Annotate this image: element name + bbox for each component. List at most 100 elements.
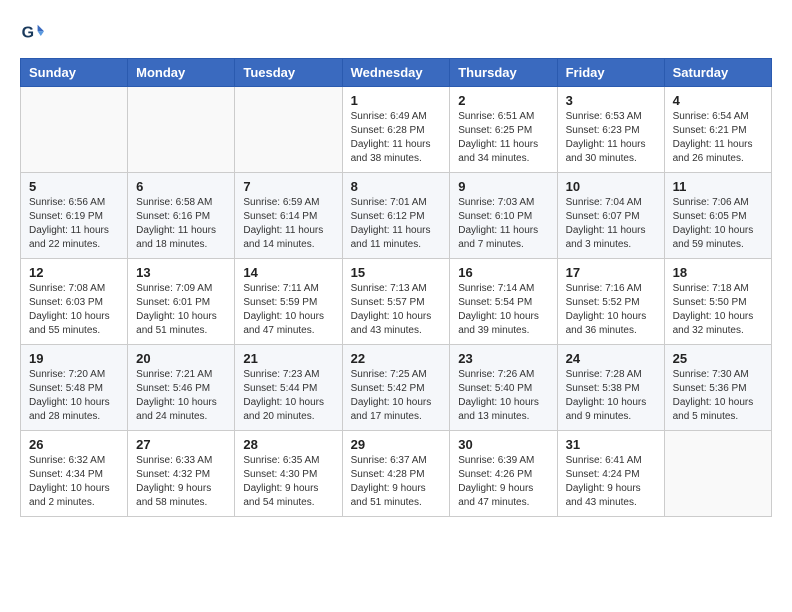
- day-number: 13: [136, 265, 226, 280]
- day-number: 30: [458, 437, 548, 452]
- day-number: 1: [351, 93, 442, 108]
- day-number: 18: [673, 265, 763, 280]
- day-info: Sunrise: 6:54 AM Sunset: 6:21 PM Dayligh…: [673, 110, 763, 166]
- calendar-body: 1 Sunrise: 6:49 AM Sunset: 6:28 PM Daylig…: [21, 87, 772, 517]
- day-number: 6: [136, 179, 226, 194]
- day-info: Sunrise: 6:32 AM Sunset: 4:34 PM Dayligh…: [29, 454, 119, 510]
- weekday-header-row: SundayMondayTuesdayWednesdayThursdayFrid…: [21, 59, 772, 87]
- calendar-cell: 4 Sunrise: 6:54 AM Sunset: 6:21 PM Daylig…: [664, 87, 771, 173]
- day-info: Sunrise: 7:21 AM Sunset: 5:46 PM Dayligh…: [136, 368, 226, 424]
- calendar-cell: 23 Sunrise: 7:26 AM Sunset: 5:40 PM Dayli…: [450, 345, 557, 431]
- calendar-cell: 10 Sunrise: 7:04 AM Sunset: 6:07 PM Dayli…: [557, 173, 664, 259]
- day-info: Sunrise: 6:39 AM Sunset: 4:26 PM Dayligh…: [458, 454, 548, 510]
- weekday-header-saturday: Saturday: [664, 59, 771, 87]
- day-number: 17: [566, 265, 656, 280]
- day-number: 14: [243, 265, 333, 280]
- day-info: Sunrise: 6:37 AM Sunset: 4:28 PM Dayligh…: [351, 454, 442, 510]
- calendar-week-row: 19Sunrise: 7:20 AM Sunset: 5:48 PM Dayli…: [21, 345, 772, 431]
- calendar-cell: 15 Sunrise: 7:13 AM Sunset: 5:57 PM Dayli…: [342, 259, 450, 345]
- day-info: Sunrise: 6:56 AM Sunset: 6:19 PM Dayligh…: [29, 196, 119, 252]
- day-number: 23: [458, 351, 548, 366]
- calendar-cell: 16 Sunrise: 7:14 AM Sunset: 5:54 PM Dayli…: [450, 259, 557, 345]
- day-number: 24: [566, 351, 656, 366]
- day-info: Sunrise: 7:06 AM Sunset: 6:05 PM Dayligh…: [673, 196, 763, 252]
- day-info: Sunrise: 7:11 AM Sunset: 5:59 PM Dayligh…: [243, 282, 333, 338]
- calendar-cell: 8Sunrise: 7:01 AM Sunset: 6:12 PM Daylig…: [342, 173, 450, 259]
- day-info: Sunrise: 6:59 AM Sunset: 6:14 PM Dayligh…: [243, 196, 333, 252]
- day-info: Sunrise: 7:23 AM Sunset: 5:44 PM Dayligh…: [243, 368, 333, 424]
- calendar-cell: 21 Sunrise: 7:23 AM Sunset: 5:44 PM Dayli…: [235, 345, 342, 431]
- day-info: Sunrise: 7:25 AM Sunset: 5:42 PM Dayligh…: [351, 368, 442, 424]
- calendar-cell: 25Sunrise: 7:30 AM Sunset: 5:36 PM Dayli…: [664, 345, 771, 431]
- calendar-cell: 7Sunrise: 6:59 AM Sunset: 6:14 PM Daylig…: [235, 173, 342, 259]
- day-number: 21: [243, 351, 333, 366]
- logo-icon: G: [20, 20, 44, 44]
- day-info: Sunrise: 7:30 AM Sunset: 5:36 PM Dayligh…: [673, 368, 763, 424]
- calendar-week-row: 5 Sunrise: 6:56 AM Sunset: 6:19 PM Daylig…: [21, 173, 772, 259]
- calendar-cell: 3Sunrise: 6:53 AM Sunset: 6:23 PM Daylig…: [557, 87, 664, 173]
- top-area: G: [20, 20, 772, 48]
- day-number: 15: [351, 265, 442, 280]
- weekday-header-thursday: Thursday: [450, 59, 557, 87]
- day-info: Sunrise: 7:20 AM Sunset: 5:48 PM Dayligh…: [29, 368, 119, 424]
- calendar-cell: 27 Sunrise: 6:33 AM Sunset: 4:32 PM Dayli…: [128, 431, 235, 517]
- day-number: 10: [566, 179, 656, 194]
- calendar-cell: 9 Sunrise: 7:03 AM Sunset: 6:10 PM Daylig…: [450, 173, 557, 259]
- calendar: SundayMondayTuesdayWednesdayThursdayFrid…: [20, 58, 772, 517]
- day-number: 20: [136, 351, 226, 366]
- day-number: 27: [136, 437, 226, 452]
- calendar-cell: 30 Sunrise: 6:39 AM Sunset: 4:26 PM Dayli…: [450, 431, 557, 517]
- day-info: Sunrise: 7:14 AM Sunset: 5:54 PM Dayligh…: [458, 282, 548, 338]
- calendar-cell: 6Sunrise: 6:58 AM Sunset: 6:16 PM Daylig…: [128, 173, 235, 259]
- weekday-header-monday: Monday: [128, 59, 235, 87]
- day-info: Sunrise: 6:35 AM Sunset: 4:30 PM Dayligh…: [243, 454, 333, 510]
- day-number: 5: [29, 179, 119, 194]
- day-info: Sunrise: 7:08 AM Sunset: 6:03 PM Dayligh…: [29, 282, 119, 338]
- calendar-cell: 12 Sunrise: 7:08 AM Sunset: 6:03 PM Dayli…: [21, 259, 128, 345]
- calendar-cell: 24 Sunrise: 7:28 AM Sunset: 5:38 PM Dayli…: [557, 345, 664, 431]
- calendar-week-row: 26 Sunrise: 6:32 AM Sunset: 4:34 PM Dayli…: [21, 431, 772, 517]
- day-info: Sunrise: 6:53 AM Sunset: 6:23 PM Dayligh…: [566, 110, 656, 166]
- calendar-cell: 19Sunrise: 7:20 AM Sunset: 5:48 PM Dayli…: [21, 345, 128, 431]
- calendar-week-row: 12 Sunrise: 7:08 AM Sunset: 6:03 PM Dayli…: [21, 259, 772, 345]
- weekday-header-wednesday: Wednesday: [342, 59, 450, 87]
- day-info: Sunrise: 7:13 AM Sunset: 5:57 PM Dayligh…: [351, 282, 442, 338]
- day-number: 31: [566, 437, 656, 452]
- calendar-cell: 5 Sunrise: 6:56 AM Sunset: 6:19 PM Daylig…: [21, 173, 128, 259]
- calendar-cell: 17 Sunrise: 7:16 AM Sunset: 5:52 PM Dayli…: [557, 259, 664, 345]
- day-number: 2: [458, 93, 548, 108]
- weekday-header-friday: Friday: [557, 59, 664, 87]
- day-number: 29: [351, 437, 442, 452]
- calendar-week-row: 1 Sunrise: 6:49 AM Sunset: 6:28 PM Daylig…: [21, 87, 772, 173]
- calendar-cell: [128, 87, 235, 173]
- day-info: Sunrise: 6:49 AM Sunset: 6:28 PM Dayligh…: [351, 110, 442, 166]
- calendar-cell: [235, 87, 342, 173]
- calendar-cell: 2 Sunrise: 6:51 AM Sunset: 6:25 PM Daylig…: [450, 87, 557, 173]
- day-info: Sunrise: 6:33 AM Sunset: 4:32 PM Dayligh…: [136, 454, 226, 510]
- day-number: 28: [243, 437, 333, 452]
- day-info: Sunrise: 7:03 AM Sunset: 6:10 PM Dayligh…: [458, 196, 548, 252]
- day-number: 12: [29, 265, 119, 280]
- calendar-cell: 11Sunrise: 7:06 AM Sunset: 6:05 PM Dayli…: [664, 173, 771, 259]
- day-info: Sunrise: 7:26 AM Sunset: 5:40 PM Dayligh…: [458, 368, 548, 424]
- calendar-cell: 28 Sunrise: 6:35 AM Sunset: 4:30 PM Dayli…: [235, 431, 342, 517]
- day-number: 26: [29, 437, 119, 452]
- day-number: 16: [458, 265, 548, 280]
- day-info: Sunrise: 6:51 AM Sunset: 6:25 PM Dayligh…: [458, 110, 548, 166]
- calendar-cell: 1 Sunrise: 6:49 AM Sunset: 6:28 PM Daylig…: [342, 87, 450, 173]
- day-number: 4: [673, 93, 763, 108]
- day-info: Sunrise: 7:16 AM Sunset: 5:52 PM Dayligh…: [566, 282, 656, 338]
- day-info: Sunrise: 7:01 AM Sunset: 6:12 PM Dayligh…: [351, 196, 442, 252]
- calendar-cell: 18 Sunrise: 7:18 AM Sunset: 5:50 PM Dayli…: [664, 259, 771, 345]
- calendar-cell: 14 Sunrise: 7:11 AM Sunset: 5:59 PM Dayli…: [235, 259, 342, 345]
- day-info: Sunrise: 7:18 AM Sunset: 5:50 PM Dayligh…: [673, 282, 763, 338]
- weekday-header-sunday: Sunday: [21, 59, 128, 87]
- day-number: 9: [458, 179, 548, 194]
- calendar-cell: 22 Sunrise: 7:25 AM Sunset: 5:42 PM Dayli…: [342, 345, 450, 431]
- logo: G: [20, 20, 48, 44]
- calendar-cell: [21, 87, 128, 173]
- day-info: Sunrise: 7:28 AM Sunset: 5:38 PM Dayligh…: [566, 368, 656, 424]
- day-number: 22: [351, 351, 442, 366]
- day-info: Sunrise: 6:41 AM Sunset: 4:24 PM Dayligh…: [566, 454, 656, 510]
- day-info: Sunrise: 7:04 AM Sunset: 6:07 PM Dayligh…: [566, 196, 656, 252]
